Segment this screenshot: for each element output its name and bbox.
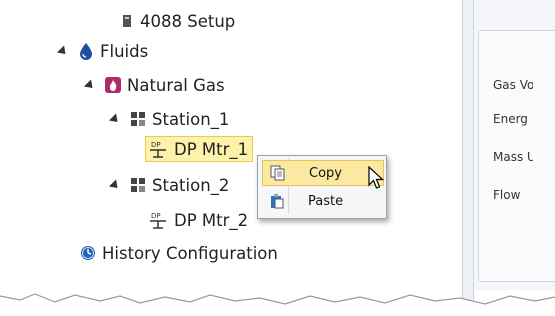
tree-item-label: 4088 Setup: [140, 11, 236, 31]
copy-icon: [267, 165, 289, 181]
clock-icon: [80, 245, 96, 261]
paste-icon: [266, 193, 288, 209]
tree-item-station-1[interactable]: Station_1: [108, 106, 230, 132]
tree-item-4088-setup[interactable]: 4088 Setup: [120, 8, 235, 34]
gas-flame-icon: [105, 77, 121, 93]
tree-item-natural-gas[interactable]: Natural Gas: [83, 72, 225, 98]
property-label-flow: Flow: [493, 188, 521, 202]
station-icon: [130, 177, 146, 193]
svg-text:DP: DP: [151, 141, 161, 149]
tree-item-history-configuration[interactable]: History Configuration: [80, 240, 278, 266]
tree-item-label: Station_2: [152, 175, 230, 195]
tree-item-station-2[interactable]: Station_2: [108, 172, 230, 198]
property-label-mass: Mass U: [493, 150, 533, 164]
tree-item-label: Natural Gas: [127, 75, 225, 95]
expand-triangle-icon[interactable]: [108, 112, 122, 126]
setup-icon: [120, 14, 134, 28]
svg-text:DP: DP: [151, 212, 161, 220]
tree-item-label: Station_1: [152, 109, 230, 129]
tree-item-label: History Configuration: [102, 243, 278, 263]
expand-triangle-icon[interactable]: [108, 178, 122, 192]
menu-item-label: Copy: [309, 165, 342, 181]
expand-triangle-icon[interactable]: [56, 44, 70, 58]
tree-item-label: DP Mtr_2: [174, 210, 249, 230]
dp-meter-icon: DP: [148, 211, 168, 229]
dp-meter-icon: DP: [148, 140, 168, 158]
tree-item-dp-mtr-1[interactable]: DP DP Mtr_1: [145, 136, 254, 162]
mouse-pointer-icon: [368, 166, 385, 189]
expand-triangle-icon[interactable]: [83, 78, 97, 92]
screenshot-frame: Gas Vo Energ Mass U Flow 4088 Setup Flui…: [0, 0, 555, 316]
tree-item-dp-mtr-2[interactable]: DP DP Mtr_2: [148, 207, 248, 233]
device-tree: 4088 Setup Fluids Natural Gas Station_1: [30, 0, 470, 290]
torn-edge-decoration: [0, 293, 555, 316]
menu-item-copy[interactable]: Copy: [262, 160, 384, 186]
menu-item-label: Paste: [308, 193, 344, 209]
tree-item-label: Fluids: [100, 41, 149, 61]
property-label-gas-volume: Gas Vo: [493, 78, 533, 92]
menu-item-paste[interactable]: Paste: [262, 188, 382, 214]
tree-item-label: DP Mtr_1: [174, 139, 249, 159]
droplet-icon: [78, 42, 94, 60]
property-label-energy: Energ: [493, 112, 528, 126]
tree-item-fluids[interactable]: Fluids: [56, 38, 149, 64]
station-icon: [130, 111, 146, 127]
